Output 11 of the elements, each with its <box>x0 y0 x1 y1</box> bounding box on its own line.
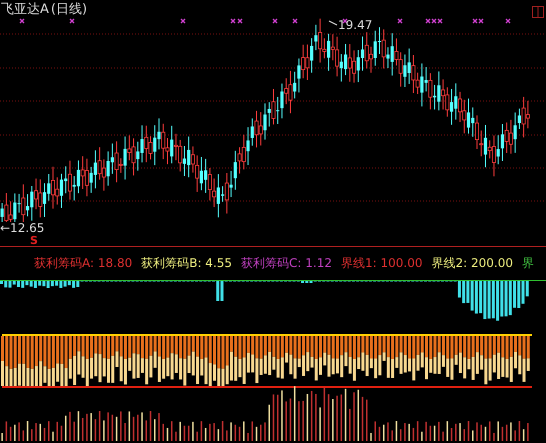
low-price-label: ←12.65 <box>0 222 44 235</box>
period-label: (日线) <box>50 1 88 18</box>
indicator-legend-label: 获利筹码B: 4.55 <box>141 255 232 272</box>
indicator-legend-label: 获利筹码A: 18.80 <box>34 255 132 272</box>
indicator-legend-label: 获利筹码C: 1.12 <box>241 255 332 272</box>
signal-mark: S <box>30 235 38 246</box>
indicator-legend-label: 界线2: 200.00 <box>431 255 513 272</box>
high-price-label: 19.47 <box>338 18 372 32</box>
indicator-legend-label: 界线1: 100.00 <box>341 255 422 272</box>
stock-title: 飞亚达A <box>1 1 49 18</box>
indicator-legend-label: 界 <box>522 255 534 272</box>
